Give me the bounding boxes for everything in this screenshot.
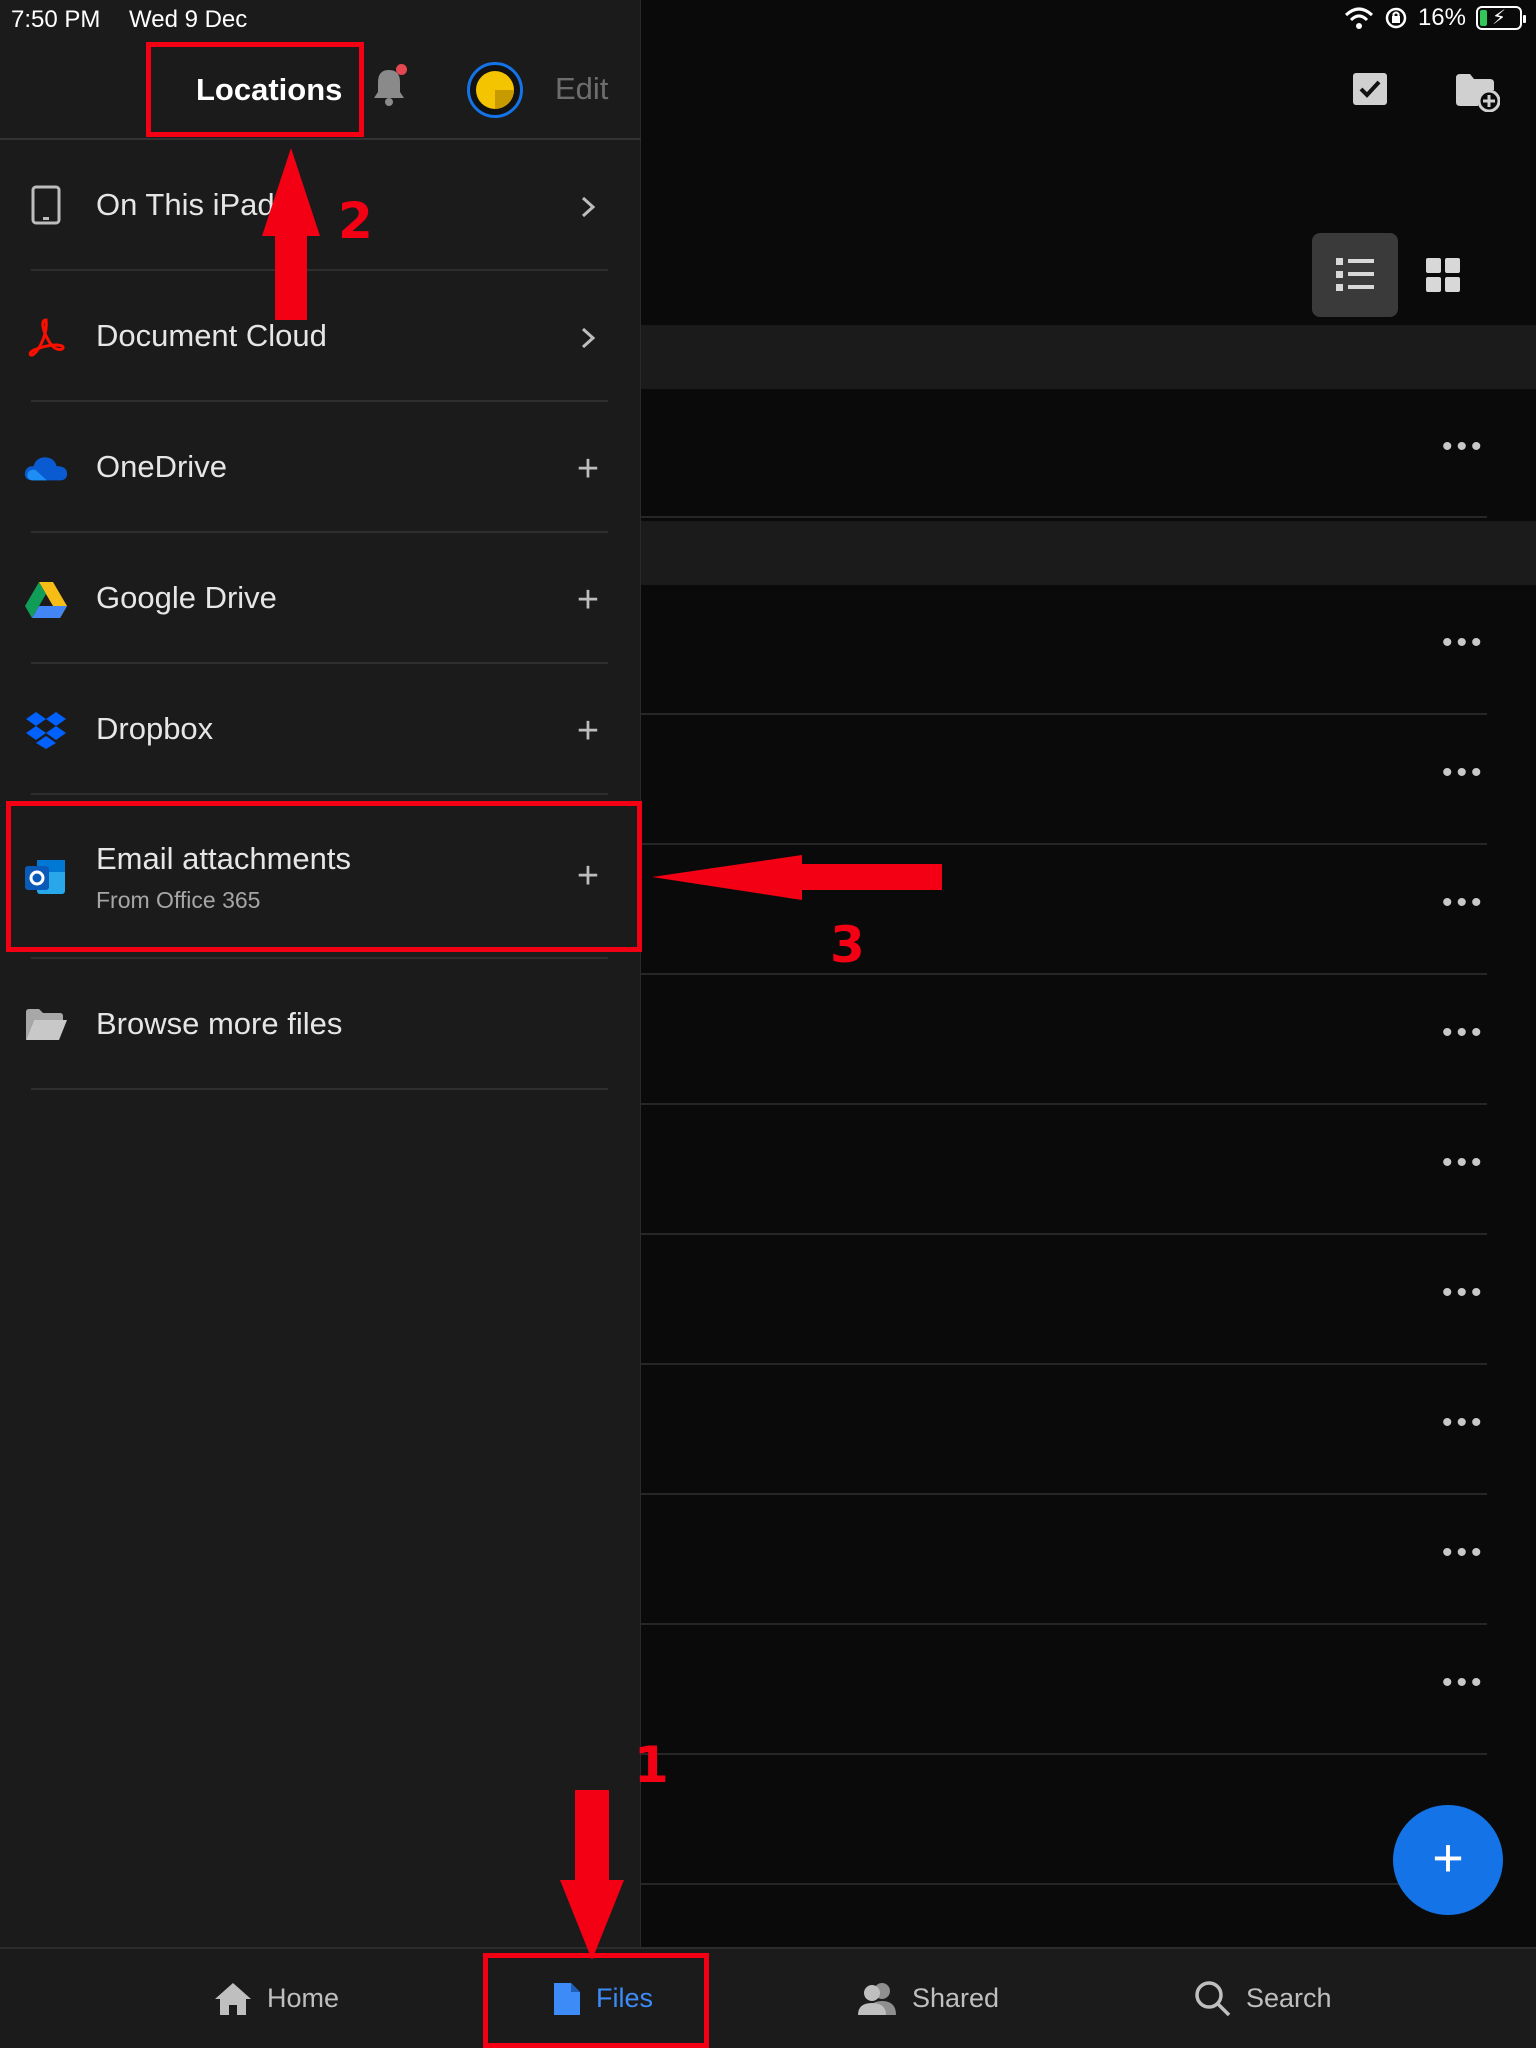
annotation-step-2: 2: [338, 192, 373, 250]
location-label: Google Drive: [96, 580, 277, 615]
location-label: Dropbox: [96, 711, 214, 746]
search-icon: [1195, 1980, 1231, 2016]
location-dropbox[interactable]: Dropbox +: [0, 664, 641, 795]
grid-view-button[interactable]: [1426, 258, 1460, 297]
location-google-drive[interactable]: Google Drive +: [0, 533, 641, 664]
select-checkbox-icon[interactable]: [1353, 73, 1387, 110]
folder-icon: [24, 1003, 68, 1047]
locations-sidebar: Locations Edit On This iPad Document Clo…: [0, 0, 641, 1947]
grid-view-icon: [1426, 258, 1460, 292]
location-document-cloud[interactable]: Document Cloud: [0, 271, 641, 402]
row-divider: [641, 1493, 1487, 1495]
nav-label: Home: [267, 1983, 340, 2013]
row-divider: [641, 1753, 1487, 1755]
annotation-box-files: [483, 1953, 709, 2048]
annotation-step-1: 1: [634, 1736, 669, 1794]
row-divider: [641, 843, 1487, 845]
nav-search[interactable]: Search: [1194, 1949, 1332, 2048]
more-options-icon[interactable]: •••: [1442, 886, 1486, 920]
ipad-icon: [24, 183, 68, 227]
battery-icon: ⚡: [1476, 6, 1526, 30]
status-time: 7:50 PM: [11, 6, 101, 33]
google-drive-icon: [24, 577, 68, 621]
edit-button[interactable]: Edit: [555, 71, 608, 107]
people-icon: [858, 1982, 896, 2015]
nav-shared[interactable]: Shared: [856, 1949, 999, 2048]
row-divider: [641, 1103, 1487, 1105]
more-options-icon[interactable]: •••: [1442, 1016, 1486, 1050]
row-divider: [641, 713, 1487, 715]
avatar[interactable]: [467, 62, 523, 118]
chevron-right-icon: [573, 323, 603, 353]
section-header: [641, 325, 1536, 389]
nav-label: Shared: [912, 1983, 1000, 2013]
location-label: OneDrive: [96, 449, 227, 484]
status-bar: 7:50 PM Wed 9 Dec 16% ⚡: [0, 0, 1536, 40]
row-divider: [641, 1363, 1487, 1365]
nav-home[interactable]: Home: [213, 1949, 339, 2048]
chevron-right-icon: [573, 192, 603, 222]
location-label: Document Cloud: [96, 318, 327, 353]
onedrive-icon: [24, 446, 68, 490]
row-divider: [641, 973, 1487, 975]
more-options-icon[interactable]: •••: [1442, 626, 1486, 660]
plus-icon[interactable]: +: [573, 581, 603, 619]
home-icon: [215, 1982, 251, 2015]
list-view-button[interactable]: [1312, 233, 1398, 317]
section-header: [641, 521, 1536, 585]
row-divider: [641, 516, 1487, 518]
row-divider: [641, 1623, 1487, 1625]
add-fab-button[interactable]: +: [1393, 1805, 1503, 1915]
location-on-this-ipad[interactable]: On This iPad: [0, 140, 641, 271]
more-options-icon[interactable]: •••: [1442, 430, 1486, 464]
nav-label: Search: [1246, 1983, 1332, 2013]
new-folder-icon[interactable]: [1456, 72, 1501, 117]
more-options-icon[interactable]: •••: [1442, 1276, 1486, 1310]
location-onedrive[interactable]: OneDrive +: [0, 402, 641, 533]
plus-icon[interactable]: +: [573, 450, 603, 488]
more-options-icon[interactable]: •••: [1442, 1536, 1486, 1570]
notification-bell-icon[interactable]: [372, 64, 407, 111]
annotation-box-locations: [146, 42, 364, 137]
row-divider: [641, 1883, 1487, 1885]
more-options-icon[interactable]: •••: [1442, 756, 1486, 790]
acrobat-icon: [24, 315, 68, 359]
status-date: Wed 9 Dec: [129, 6, 248, 33]
location-browse-more-files[interactable]: Browse more files: [0, 959, 641, 1090]
notification-dot: [396, 64, 407, 75]
location-label: On This iPad: [96, 187, 275, 222]
more-options-icon[interactable]: •••: [1442, 1666, 1486, 1700]
more-options-icon[interactable]: •••: [1442, 1406, 1486, 1440]
bottom-navigation: Home Files Shared Search: [0, 1947, 1536, 2048]
annotation-box-email-attachments: [6, 801, 642, 952]
more-options-icon[interactable]: •••: [1442, 1146, 1486, 1180]
annotation-step-3: 3: [830, 916, 865, 974]
wifi-icon: [1344, 7, 1373, 29]
orientation-lock-icon: [1385, 7, 1407, 29]
plus-icon[interactable]: +: [573, 712, 603, 750]
row-divider: [641, 1233, 1487, 1235]
list-view-icon: [1336, 258, 1374, 291]
battery-percent: 16%: [1417, 4, 1466, 31]
dropbox-icon: [24, 708, 68, 752]
location-label: Browse more files: [96, 1006, 343, 1041]
